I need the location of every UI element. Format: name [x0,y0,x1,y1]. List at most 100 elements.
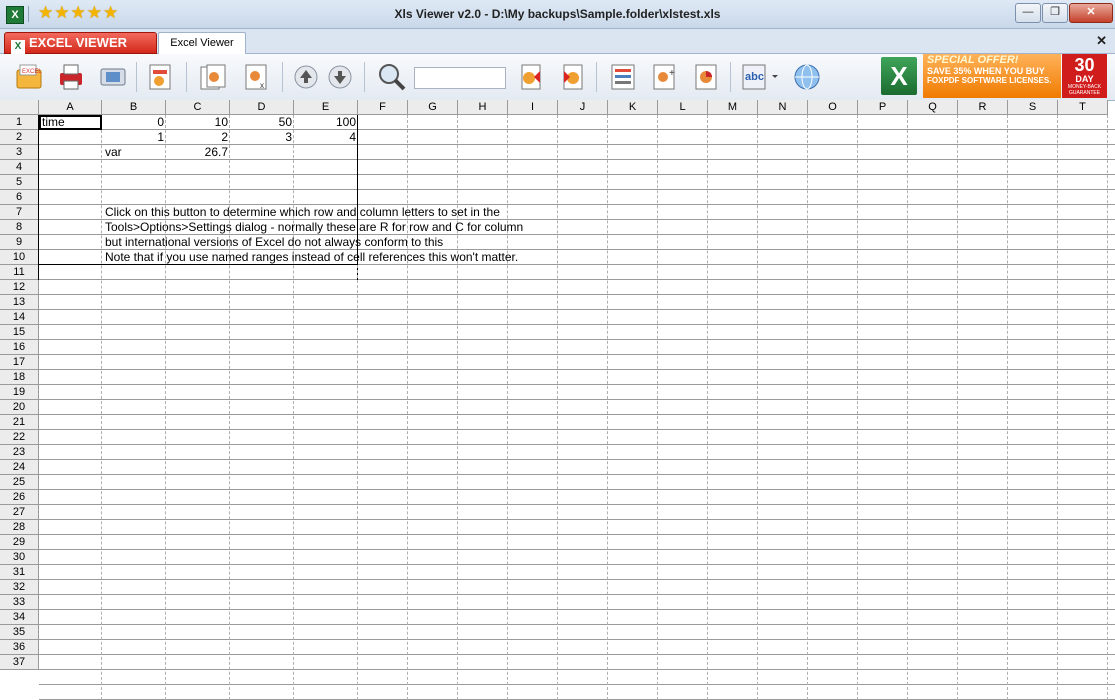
cell-e2[interactable]: 4 [294,130,358,145]
row-header-31[interactable]: 31 [0,565,39,580]
cell-d2[interactable]: 3 [230,130,294,145]
column-header-o[interactable]: O [808,100,858,115]
row-header-21[interactable]: 21 [0,415,39,430]
row-header-22[interactable]: 22 [0,430,39,445]
export-sheet-icon[interactable]: x [242,62,270,90]
row-header-28[interactable]: 28 [0,520,39,535]
row-header-17[interactable]: 17 [0,355,39,370]
row-header-34[interactable]: 34 [0,610,39,625]
row-header-24[interactable]: 24 [0,460,39,475]
column-header-p[interactable]: P [858,100,908,115]
close-button[interactable]: ✕ [1069,3,1113,23]
row-header-18[interactable]: 18 [0,370,39,385]
row-header-35[interactable]: 35 [0,625,39,640]
cell-b3[interactable]: var [105,145,122,160]
row-header-36[interactable]: 36 [0,640,39,655]
search-input[interactable] [414,67,506,89]
row-header-30[interactable]: 30 [0,550,39,565]
row-header-14[interactable]: 14 [0,310,39,325]
column-header-m[interactable]: M [708,100,758,115]
column-header-l[interactable]: L [658,100,708,115]
row-header-26[interactable]: 26 [0,490,39,505]
row-header-19[interactable]: 19 [0,385,39,400]
search-icon[interactable] [376,62,406,91]
column-header-j[interactable]: J [558,100,608,115]
cell-b10[interactable]: Note that if you use named ranges instea… [105,250,518,265]
row-header-5[interactable]: 5 [0,175,39,190]
screen-view-icon[interactable] [98,62,126,90]
close-tab-icon[interactable]: ✕ [1096,33,1107,49]
chart-properties-icon[interactable] [692,62,720,90]
cell-c1[interactable]: 10 [166,115,230,130]
column-header-g[interactable]: G [408,100,458,115]
row-header-12[interactable]: 12 [0,280,39,295]
row-header-29[interactable]: 29 [0,535,39,550]
spreadsheet-grid[interactable]: ABCDEFGHIJKLMNOPQRST 1 2 3 4 5 6 7 8 9 10 11 12 13 14… [0,100,1115,700]
row-header-23[interactable]: 23 [0,445,39,460]
row-header-6[interactable]: 6 [0,190,39,205]
column-header-f[interactable]: F [358,100,408,115]
row-header-15[interactable]: 15 [0,325,39,340]
column-header-e[interactable]: E [294,100,358,115]
cell-b2[interactable]: 1 [102,130,166,145]
row-header-8[interactable]: 8 [0,220,39,235]
find-prev-icon[interactable] [516,62,544,90]
excel-viewer-logo-tab[interactable]: X EXCEL VIEWER [4,32,157,54]
row-header-11[interactable]: 11 [0,265,39,280]
open-file-icon[interactable]: EXCEL [14,62,42,90]
print-icon[interactable] [56,62,84,90]
column-header-k[interactable]: K [608,100,658,115]
insert-chart-icon[interactable]: + [650,62,678,90]
cell-b7[interactable]: Click on this button to determine which … [105,205,500,220]
copy-sheet-icon[interactable] [198,62,226,90]
column-header-s[interactable]: S [1008,100,1058,115]
column-header-t[interactable]: T [1058,100,1108,115]
previous-arrow-icon[interactable] [292,62,320,90]
row-header-2[interactable]: 2 [0,130,39,145]
excel-large-icon[interactable]: X [881,57,917,95]
row-header-1[interactable]: 1 [0,115,39,130]
column-header-h[interactable]: H [458,100,508,115]
tab-excel-viewer[interactable]: Excel Viewer [158,32,246,54]
row-header-37[interactable]: 37 [0,655,39,670]
column-header-r[interactable]: R [958,100,1008,115]
web-globe-icon[interactable] [792,62,820,90]
column-header-q[interactable]: Q [908,100,958,115]
special-offer-banner[interactable]: SPECIAL OFFER! SAVE 35% WHEN YOU BUY FOX… [923,54,1061,98]
maximize-button[interactable]: ❐ [1042,3,1068,23]
row-header-10[interactable]: 10 [0,250,39,265]
cell-e1[interactable]: 100 [294,115,358,130]
cell-grid[interactable] [39,115,1115,700]
column-header-i[interactable]: I [508,100,558,115]
row-header-27[interactable]: 27 [0,505,39,520]
cell-d1[interactable]: 50 [230,115,294,130]
cell-b9[interactable]: but international versions of Excel do n… [105,235,443,250]
column-header-d[interactable]: D [230,100,294,115]
row-header-25[interactable]: 25 [0,475,39,490]
row-header-32[interactable]: 32 [0,580,39,595]
spell-check-icon[interactable]: abc [740,62,778,90]
row-header-9[interactable]: 9 [0,235,39,250]
find-next-icon[interactable] [558,62,586,90]
guarantee-badge[interactable]: 30 DAY MONEY-BACK GUARANTEE [1062,54,1107,98]
sheet-list-icon[interactable] [608,62,636,90]
column-header-a[interactable]: A [39,100,102,115]
minimize-button[interactable]: — [1015,3,1041,23]
cell-b8[interactable]: Tools>Options>Settings dialog - normally… [105,220,523,235]
column-header-b[interactable]: B [102,100,166,115]
column-header-n[interactable]: N [758,100,808,115]
column-header-c[interactable]: C [166,100,230,115]
row-header-4[interactable]: 4 [0,160,39,175]
sheet-chart-icon[interactable] [146,62,174,90]
row-header-7[interactable]: 7 [0,205,39,220]
next-arrow-icon[interactable] [326,62,354,90]
row-header-33[interactable]: 33 [0,595,39,610]
cell-b1[interactable]: 0 [102,115,166,130]
cell-c3[interactable]: 26.7 [166,145,230,160]
select-all-corner[interactable] [0,100,39,115]
row-header-3[interactable]: 3 [0,145,39,160]
row-header-16[interactable]: 16 [0,340,39,355]
row-header-13[interactable]: 13 [0,295,39,310]
row-header-20[interactable]: 20 [0,400,39,415]
cell-c2[interactable]: 2 [166,130,230,145]
